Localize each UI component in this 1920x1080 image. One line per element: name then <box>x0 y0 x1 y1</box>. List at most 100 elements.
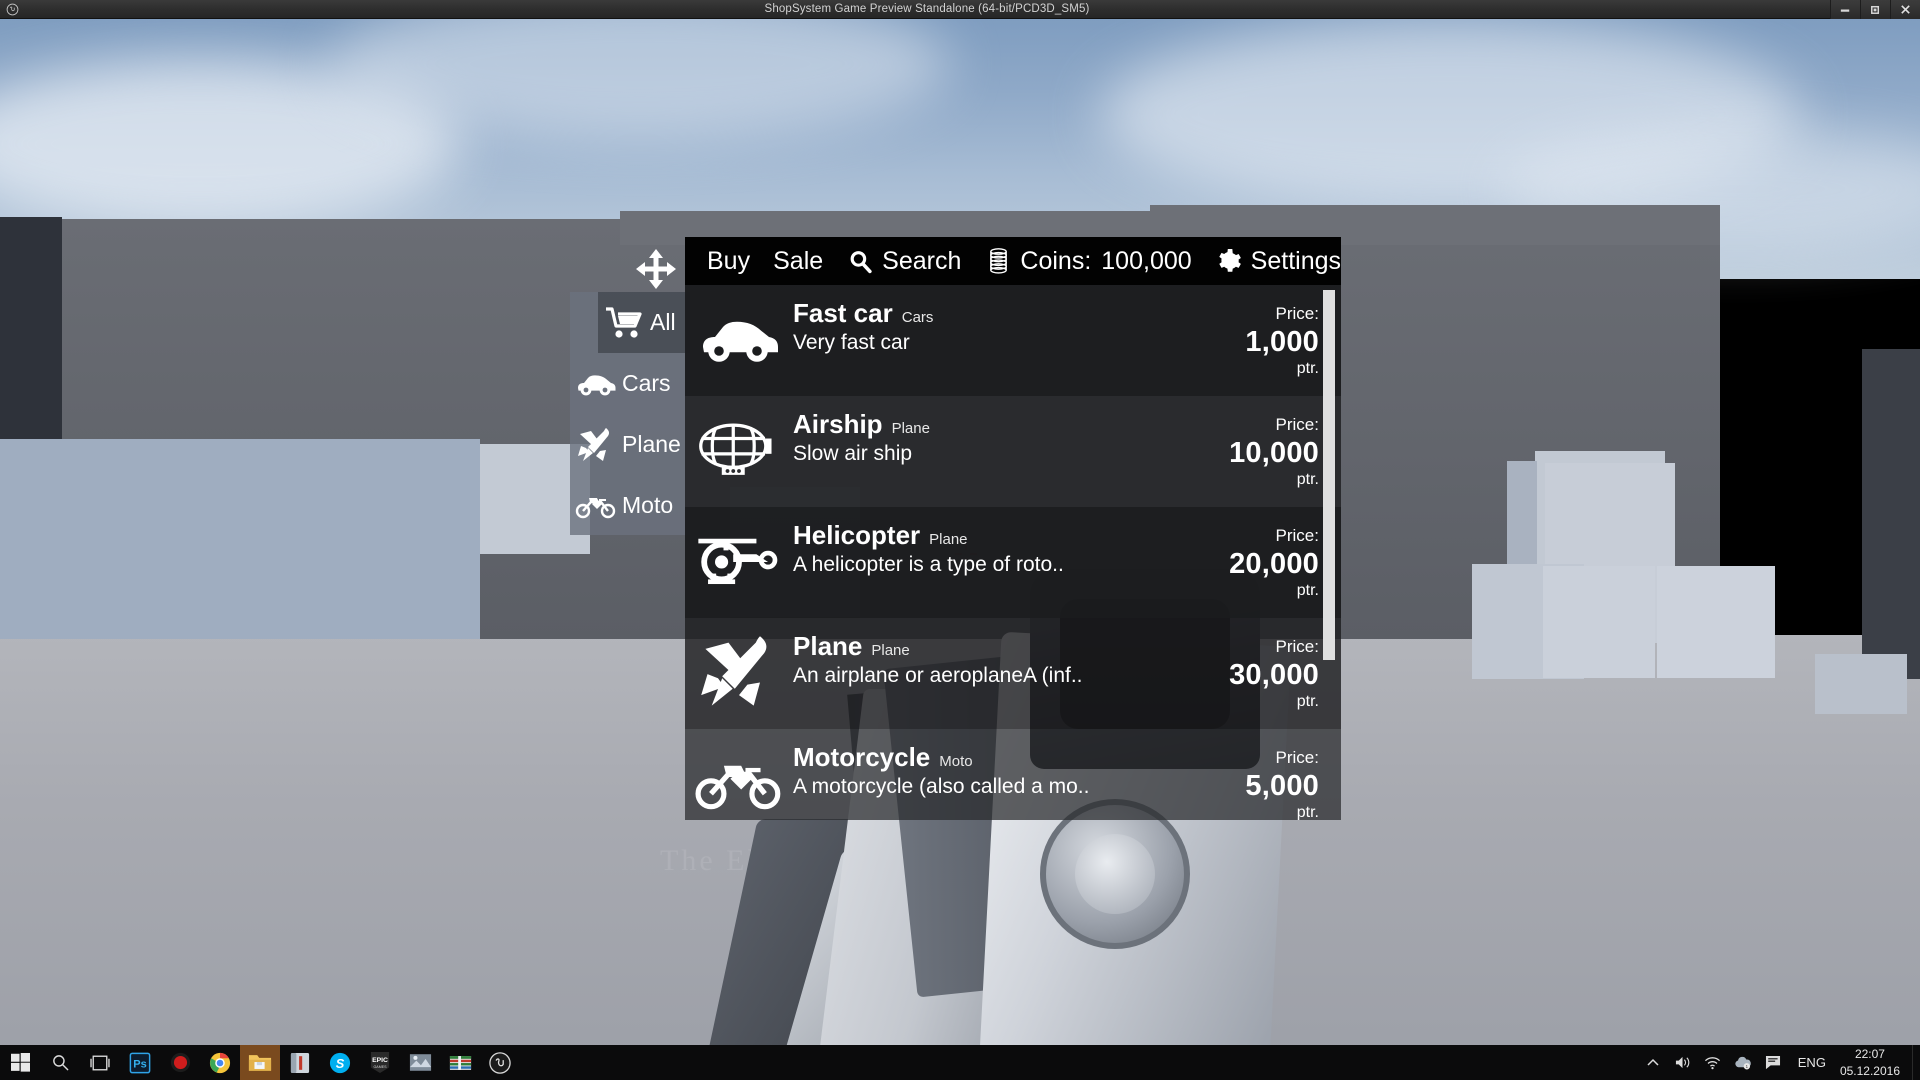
item-name: Helicopter <box>793 520 921 550</box>
wifi-icon[interactable] <box>1698 1045 1728 1080</box>
sidebar-label: Plane <box>622 431 681 457</box>
shop-panel: Buy Sale Search Coins: 100,000 Settings … <box>685 237 1341 820</box>
window-controls <box>1830 0 1920 19</box>
app-screen: ShopSystem Game Preview Standalone (64-b… <box>0 0 1920 1080</box>
car-icon <box>685 293 793 385</box>
sidebar-item-cars[interactable]: Cars <box>570 353 690 414</box>
crate <box>1543 566 1655 678</box>
item-category: Cars <box>901 309 934 326</box>
svg-text:Ps: Ps <box>133 1058 146 1070</box>
item-description: Very fast car <box>793 330 910 354</box>
item-price-block: Price: 20,000 ptr. <box>1196 515 1341 600</box>
epic-games-button[interactable]: EPIC GAMES <box>360 1045 400 1080</box>
price-label: Price: <box>1275 526 1319 545</box>
shop-item-list[interactable]: Fast car Cars Very fast car Price: 1,000… <box>685 285 1341 820</box>
jet-plane-icon <box>574 425 618 465</box>
tab-buy-label: Buy <box>707 246 751 275</box>
coins-label: Coins: <box>1020 246 1092 275</box>
task-view-button[interactable] <box>80 1045 120 1080</box>
coins-value: 100,000 <box>1101 246 1192 275</box>
restore-button[interactable] <box>1860 0 1890 19</box>
unreal-button[interactable] <box>480 1045 520 1080</box>
airship-icon <box>685 404 793 496</box>
table-row[interactable]: Helicopter Plane A helicopter is a type … <box>685 507 1341 618</box>
notification-icon[interactable] <box>1758 1045 1788 1080</box>
sidebar-item-moto[interactable]: Moto <box>570 475 690 536</box>
svg-text:S: S <box>336 1056 345 1071</box>
item-description: A motorcycle (also called a mo.. <box>793 774 1090 798</box>
jet-plane-icon <box>685 626 793 718</box>
item-category: Moto <box>939 753 973 770</box>
item-category: Plane <box>871 642 910 659</box>
winrar-button[interactable] <box>440 1045 480 1080</box>
move-cross-icon[interactable] <box>634 247 678 291</box>
svg-text:GAMES: GAMES <box>373 1065 387 1069</box>
tab-sale[interactable]: Sale <box>773 246 824 275</box>
price-value: 10,000 <box>1229 436 1319 469</box>
item-info: Airship Plane Slow air ship <box>793 404 1196 466</box>
chrome-button[interactable] <box>200 1045 240 1080</box>
item-info: Fast car Cars Very fast car <box>793 293 1196 355</box>
clock-time: 22:07 <box>1854 1047 1885 1062</box>
item-description: A helicopter is a type of roto.. <box>793 552 1064 576</box>
search-label: Search <box>882 246 962 275</box>
table-row[interactable]: Motorcycle Moto A motorcycle (also calle… <box>685 729 1341 820</box>
recorder-button[interactable] <box>160 1045 200 1080</box>
table-row[interactable]: Plane Plane An airplane or aeroplaneA (i… <box>685 618 1341 729</box>
system-tray: 1 ENG 22:07 05.12.2016 <box>1638 1045 1920 1080</box>
settings-button[interactable]: Settings <box>1215 247 1341 275</box>
sidebar-label: Moto <box>622 492 674 518</box>
search-icon <box>846 247 874 275</box>
item-title: Helicopter Plane <box>793 521 1196 550</box>
item-description: Slow air ship <box>793 441 913 465</box>
windows-taskbar: Ps S EPIC GAMES 1 ENG 22:07 05.12.2016 <box>0 1045 1920 1080</box>
minimize-button[interactable] <box>1830 0 1860 19</box>
search-button[interactable] <box>40 1045 80 1080</box>
app-button[interactable] <box>280 1045 320 1080</box>
price-unit: ptr. <box>1296 692 1319 710</box>
settings-label: Settings <box>1250 246 1342 275</box>
clock[interactable]: 22:07 05.12.2016 <box>1836 1046 1912 1078</box>
item-price-block: Price: 5,000 ptr. <box>1196 737 1341 820</box>
table-row[interactable]: Airship Plane Slow air ship Price: 10,00… <box>685 396 1341 507</box>
language-indicator[interactable]: ENG <box>1788 1055 1836 1070</box>
item-description: An airplane or aeroplaneA (inf.. <box>793 663 1083 687</box>
item-name: Plane <box>793 631 863 661</box>
tab-buy[interactable]: Buy <box>707 246 751 275</box>
wall-block-left <box>0 439 480 639</box>
show-desktop-button[interactable] <box>1912 1045 1920 1080</box>
list-scrollbar[interactable] <box>1323 288 1335 817</box>
table-row[interactable]: Fast car Cars Very fast car Price: 1,000… <box>685 285 1341 396</box>
chevron-up-icon[interactable] <box>1638 1045 1668 1080</box>
sidebar-item-plane[interactable]: Plane <box>570 414 690 475</box>
clock-date: 05.12.2016 <box>1839 1063 1900 1078</box>
start-button[interactable] <box>0 1045 40 1080</box>
tab-sale-label: Sale <box>773 246 824 275</box>
item-name: Airship <box>793 409 883 439</box>
explorer-button[interactable] <box>240 1045 280 1080</box>
skype-button[interactable]: S <box>320 1045 360 1080</box>
item-price-block: Price: 10,000 ptr. <box>1196 404 1341 489</box>
close-button[interactable] <box>1890 0 1920 19</box>
scrollbar-thumb[interactable] <box>1323 290 1335 660</box>
window-title: ShopSystem Game Preview Standalone (64-b… <box>764 3 1090 15</box>
item-name: Motorcycle <box>793 742 931 772</box>
price-unit: ptr. <box>1296 470 1319 488</box>
search-button[interactable]: Search <box>846 247 961 275</box>
speaker-icon[interactable] <box>1668 1045 1698 1080</box>
coins-display: Coins: 100,000 <box>984 246 1192 275</box>
sidebar-item-all[interactable]: All <box>598 292 690 353</box>
cloud-icon[interactable]: 1 <box>1728 1045 1758 1080</box>
item-title: Motorcycle Moto <box>793 743 1196 772</box>
price-value: 30,000 <box>1229 658 1319 691</box>
motorcycle-icon <box>685 737 793 820</box>
price-label: Price: <box>1275 415 1319 434</box>
price-value: 20,000 <box>1229 547 1319 580</box>
price-unit: ptr. <box>1296 359 1319 377</box>
item-title: Airship Plane <box>793 410 1196 439</box>
paint-button[interactable] <box>400 1045 440 1080</box>
price-label: Price: <box>1275 304 1319 323</box>
photoshop-button[interactable]: Ps <box>120 1045 160 1080</box>
window-titlebar[interactable]: ShopSystem Game Preview Standalone (64-b… <box>0 0 1920 19</box>
helicopter-icon <box>685 515 793 607</box>
